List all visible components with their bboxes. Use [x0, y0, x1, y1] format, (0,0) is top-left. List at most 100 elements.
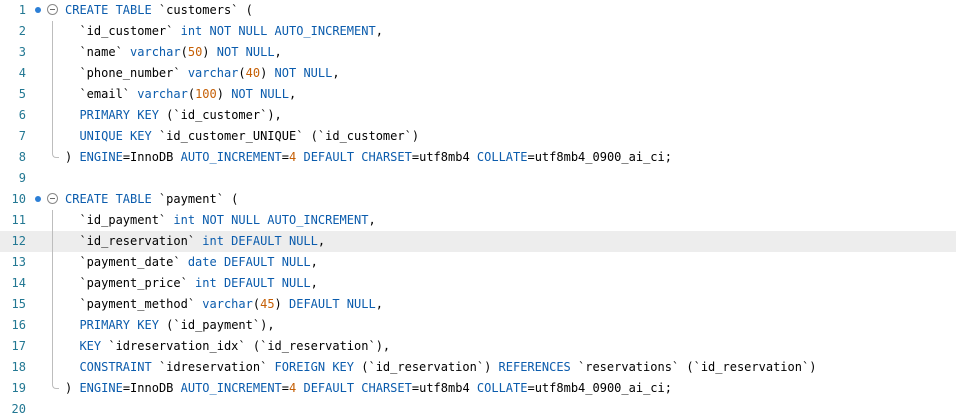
- code-text: `name` varchar(50) NOT NULL,: [65, 42, 281, 63]
- code-token: =: [122, 150, 131, 164]
- code-token: `id_payment`: [173, 318, 261, 332]
- code-token: ,: [375, 297, 383, 311]
- fold-guide: [52, 294, 53, 315]
- code-token: ,: [289, 87, 297, 101]
- code-line[interactable]: 15 `payment_method` varchar(45) DEFAULT …: [0, 294, 956, 315]
- breakpoint-dot-icon[interactable]: [35, 196, 41, 202]
- code-text: UNIQUE KEY `id_customer_UNIQUE` (`id_cus…: [65, 126, 419, 147]
- code-token: (: [310, 129, 318, 143]
- code-line[interactable]: 11 `id_payment` int NOT NULL AUTO_INCREM…: [0, 210, 956, 231]
- code-token: `idreservation`: [158, 360, 275, 374]
- code-token: DEFAULT CHARSET: [303, 381, 412, 395]
- fold-guide: [52, 42, 53, 63]
- code-token: UNIQUE KEY: [79, 129, 159, 143]
- line-number: 15: [11, 297, 26, 311]
- line-number: 16: [11, 318, 26, 332]
- code-token: `email`: [79, 87, 138, 101]
- code-token: 40: [245, 66, 261, 80]
- fold-guide: [52, 84, 53, 105]
- code-token: ,: [310, 276, 318, 290]
- line-number: 3: [18, 45, 26, 59]
- code-line[interactable]: 9: [0, 168, 956, 189]
- code-token: (: [252, 339, 261, 353]
- code-line[interactable]: 8) ENGINE=InnoDB AUTO_INCREMENT=4 DEFAUL…: [0, 147, 956, 168]
- fold-guide: [52, 105, 53, 126]
- code-token: (: [238, 66, 246, 80]
- code-text: `id_payment` int NOT NULL AUTO_INCREMENT…: [65, 210, 375, 231]
- code-line[interactable]: 4 `phone_number` varchar(40) NOT NULL,: [0, 63, 956, 84]
- line-number: 17: [11, 339, 26, 353]
- code-token: `id_reservation`: [260, 339, 376, 353]
- code-line[interactable]: 3 `name` varchar(50) NOT NULL,: [0, 42, 956, 63]
- code-token: ): [216, 87, 232, 101]
- code-token: COLLATE: [476, 150, 528, 164]
- code-token: int DEFAULT NULL: [195, 276, 311, 290]
- code-line[interactable]: 2 `id_customer` int NOT NULL AUTO_INCREM…: [0, 21, 956, 42]
- code-token: int NOT NULL AUTO_INCREMENT: [173, 213, 369, 227]
- code-token: ),: [375, 339, 391, 353]
- code-line[interactable]: 6 PRIMARY KEY (`id_customer`),: [0, 105, 956, 126]
- code-text: `phone_number` varchar(40) NOT NULL,: [65, 63, 339, 84]
- code-line[interactable]: 13 `payment_date` date DEFAULT NULL,: [0, 252, 956, 273]
- code-text: CREATE TABLE `customers` (: [65, 0, 253, 21]
- code-line[interactable]: 5 `email` varchar(100) NOT NULL,: [0, 84, 956, 105]
- code-token: ): [274, 297, 289, 311]
- line-number: 18: [11, 360, 26, 374]
- code-token: ): [65, 150, 80, 164]
- code-token: ),: [267, 108, 282, 122]
- code-token: ,: [310, 255, 318, 269]
- code-line[interactable]: 1 CREATE TABLE `customers` (: [0, 0, 956, 21]
- code-token: (: [245, 3, 253, 17]
- fold-guide: [52, 357, 53, 378]
- code-token: `id_customer`: [317, 129, 412, 143]
- code-line[interactable]: 10 CREATE TABLE `payment` (: [0, 189, 956, 210]
- code-token: AUTO_INCREMENT: [180, 150, 282, 164]
- code-text: PRIMARY KEY (`id_payment`),: [65, 315, 274, 336]
- line-number: 6: [18, 108, 26, 122]
- code-line[interactable]: 14 `payment_price` int DEFAULT NULL,: [0, 273, 956, 294]
- code-line[interactable]: 16 PRIMARY KEY (`id_payment`),: [0, 315, 956, 336]
- code-token: CONSTRAINT: [79, 360, 159, 374]
- code-token: utf8mb4: [419, 150, 477, 164]
- breakpoint-dot-icon[interactable]: [35, 7, 41, 13]
- code-token: `id_reservation`: [693, 360, 810, 374]
- code-token: ): [809, 360, 817, 374]
- code-line[interactable]: 19) ENGINE=InnoDB AUTO_INCREMENT=4 DEFAU…: [0, 378, 956, 399]
- code-line[interactable]: 20: [0, 399, 956, 420]
- code-text: `email` varchar(100) NOT NULL,: [65, 84, 296, 105]
- line-number: 1: [18, 3, 26, 17]
- code-token: utf8mb4_0900_ai_ci: [534, 150, 665, 164]
- fold-collapse-icon[interactable]: [47, 4, 58, 15]
- fold-guide: [52, 336, 53, 357]
- code-token: ,: [317, 234, 326, 248]
- code-text: ) ENGINE=InnoDB AUTO_INCREMENT=4 DEFAULT…: [65, 147, 672, 168]
- code-text: `payment_price` int DEFAULT NULL,: [65, 273, 318, 294]
- code-token: (: [187, 87, 196, 101]
- code-token: ENGINE: [79, 150, 123, 164]
- code-line[interactable]: 18 CONSTRAINT `idreservation` FOREIGN KE…: [0, 357, 956, 378]
- code-token: ;: [664, 381, 672, 395]
- code-token: `id_customer_UNIQUE`: [158, 129, 311, 143]
- line-number: 13: [11, 255, 26, 269]
- code-token: ): [65, 381, 80, 395]
- code-line[interactable]: 12 `id_reservation` int DEFAULT NULL,: [0, 231, 956, 252]
- code-token: int NOT NULL AUTO_INCREMENT: [180, 24, 376, 38]
- code-editor[interactable]: 1 CREATE TABLE `customers` (2 `id_custome…: [0, 0, 956, 418]
- fold-guide: [52, 231, 53, 252]
- code-line[interactable]: 17 KEY `idreservation_idx` (`id_reservat…: [0, 336, 956, 357]
- code-token: int DEFAULT NULL: [202, 234, 318, 248]
- line-number: 19: [11, 381, 26, 395]
- code-token: 45: [260, 297, 275, 311]
- code-line[interactable]: 7 UNIQUE KEY `id_customer_UNIQUE` (`id_c…: [0, 126, 956, 147]
- fold-guide-end: [52, 378, 59, 389]
- fold-collapse-icon[interactable]: [47, 193, 58, 204]
